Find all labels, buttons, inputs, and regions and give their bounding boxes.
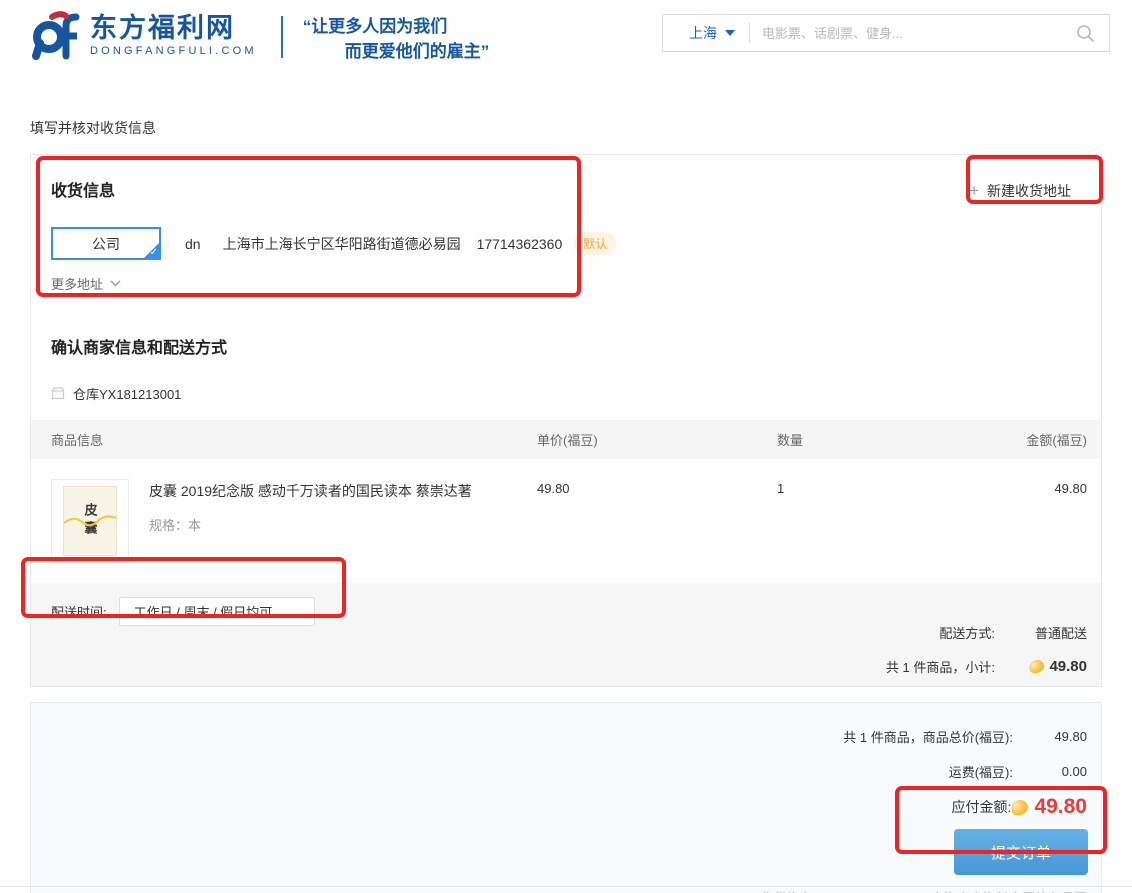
fudou-bean-icon xyxy=(1028,658,1046,674)
recipient-phone: 17714362360 xyxy=(477,236,563,252)
page-bottom-divider xyxy=(0,886,1132,887)
order-card: 收货信息 + 新建收货地址 公司 ✓ dn 上海市上海长宁区华阳路街道德必易园 … xyxy=(30,154,1102,687)
total-price-row: 共 1 件商品，商品总价(福豆): 49.80 xyxy=(31,727,1101,746)
chevron-down-icon xyxy=(725,30,735,36)
logo[interactable]: 东方福利网 DONGFANGFULI.COM xyxy=(30,10,257,60)
delivery-method-label: 配送方式: xyxy=(939,623,995,642)
city-label: 上海 xyxy=(689,23,717,43)
total-price-label: 共 1 件商品，商品总价(福豆): xyxy=(843,727,1013,746)
brand-slogan: “让更多人因为我们 而更爱他们的雇主” xyxy=(303,10,490,64)
shipping-section-title: 收货信息 xyxy=(51,183,115,200)
product-title[interactable]: 皮囊 2019纪念版 感动千万读者的国民读本 蔡崇达著 xyxy=(149,481,472,501)
search-bar: 上海 xyxy=(662,14,1110,52)
header: 东方福利网 DONGFANGFULI.COM “让更多人因为我们 而更爱他们的雇… xyxy=(0,0,1132,96)
col-header-qty: 数量 xyxy=(777,430,957,449)
recipient-address: 上海市上海长宁区华阳路街道德必易园 xyxy=(223,234,461,254)
more-addresses-label: 更多地址 xyxy=(51,274,103,293)
search-input[interactable] xyxy=(750,26,1069,41)
spec-label: 规格： xyxy=(149,518,188,533)
new-address-label: 新建收货地址 xyxy=(987,181,1071,201)
total-price-value: 49.80 xyxy=(1013,729,1087,744)
merchant-section-title: 确认商家信息和配送方式 xyxy=(51,334,1081,358)
product-image[interactable]: 皮囊 xyxy=(51,479,129,563)
subtotal-value: 49.80 xyxy=(1049,658,1087,675)
default-badge: 默认 xyxy=(574,232,616,255)
book-cover-art: 皮囊 xyxy=(63,486,117,556)
more-addresses-link[interactable]: 更多地址 xyxy=(51,274,121,293)
plus-icon: + xyxy=(969,181,979,201)
delivery-method-row: 配送方式: 普通配送 xyxy=(886,623,1087,642)
spec-value: 本 xyxy=(188,518,201,533)
address-tag-button[interactable]: 公司 ✓ xyxy=(51,227,161,260)
new-address-button[interactable]: + 新建收货地址 xyxy=(969,181,1071,201)
qty-cell: 1 xyxy=(777,479,957,563)
subtotal-value-wrap: 49.80 xyxy=(995,658,1087,675)
items-table-header: 商品信息 单价(福豆) 数量 金额(福豆) xyxy=(31,420,1101,459)
logo-divider xyxy=(281,16,283,58)
product-cell: 皮囊 皮囊 2019纪念版 感动千万读者的国民读本 蔡崇达著 规格：本 xyxy=(51,479,537,563)
yellow-squiggle-decoration xyxy=(64,513,117,529)
freight-row: 运费(福豆): 0.00 xyxy=(31,762,1101,781)
product-spec: 规格：本 xyxy=(149,515,472,534)
col-header-product: 商品信息 xyxy=(51,430,537,449)
col-header-unit-price: 单价(福豆) xyxy=(537,430,777,449)
brand-name: 东方福利网 xyxy=(90,13,257,43)
store-icon xyxy=(51,387,65,400)
address-row: 公司 ✓ dn 上海市上海长宁区华阳路街道德必易园 17714362360 默认 xyxy=(51,227,1081,260)
summary-card: 共 1 件商品，商品总价(福豆): 49.80 运费(福豆): 0.00 应付金… xyxy=(30,702,1102,893)
address-tag-label: 公司 xyxy=(92,234,120,254)
payable-row: 应付金额: 49.80 xyxy=(31,795,1101,819)
subtotal-row: 共 1 件商品，小计: 49.80 xyxy=(886,657,1087,676)
recipient-name: dn xyxy=(185,236,201,252)
logo-text: 东方福利网 DONGFANGFULI.COM xyxy=(90,13,257,57)
step-title: 填写并核对收货信息 xyxy=(0,96,1132,154)
footer-shipping-summary: 收货信息：dn17714362360上海市上海长宁区德必易园 xyxy=(31,888,1101,893)
delivery-method-value: 普通配送 xyxy=(995,623,1087,642)
brand-logo-icon xyxy=(30,10,82,60)
slogan-line-1: “让更多人因为我们 xyxy=(303,14,490,39)
search-icon xyxy=(1075,23,1095,43)
warehouse-name: 仓库YX181213001 xyxy=(73,384,181,403)
fudou-bean-icon xyxy=(1010,798,1030,817)
subtotal-label: 共 1 件商品，小计: xyxy=(886,657,995,676)
amount-cell: 49.80 xyxy=(957,479,1087,563)
delivery-time-select[interactable]: 工作日 / 周末 / 假日均可 xyxy=(119,597,315,626)
delivery-time-row: 配送时间: 工作日 / 周末 / 假日均可 xyxy=(51,597,315,626)
submit-order-button[interactable]: 提交订单 xyxy=(954,829,1088,875)
freight-label: 运费(福豆): xyxy=(949,762,1013,781)
band-totals: 配送方式: 普通配送 共 1 件商品，小计: 49.80 xyxy=(886,597,1087,686)
payable-value: 49.80 xyxy=(1034,795,1087,819)
check-icon: ✓ xyxy=(150,247,158,259)
product-info: 皮囊 2019纪念版 感动千万读者的国民读本 蔡崇达著 规格：本 xyxy=(149,479,472,563)
slogan-line-2: 而更爱他们的雇主” xyxy=(303,39,490,64)
delivery-time-label: 配送时间: xyxy=(51,602,107,621)
brand-domain: DONGFANGFULI.COM xyxy=(90,45,257,57)
shipping-section-header: 收货信息 xyxy=(31,155,1101,201)
warehouse-row: 仓库YX181213001 xyxy=(51,384,1081,403)
checkout-page: 东方福利网 DONGFANGFULI.COM “让更多人因为我们 而更爱他们的雇… xyxy=(0,0,1132,893)
col-header-amount: 金额(福豆) xyxy=(957,430,1087,449)
table-row: 皮囊 皮囊 2019纪念版 感动千万读者的国民读本 蔡崇达著 规格：本 49.8… xyxy=(31,459,1101,583)
submit-row: 提交订单 xyxy=(31,829,1101,875)
search-button[interactable] xyxy=(1069,23,1109,43)
chevron-down-icon xyxy=(110,280,121,287)
delivery-band: 配送时间: 工作日 / 周末 / 假日均可 配送方式: 普通配送 共 1 件商品… xyxy=(31,583,1101,686)
payable-value-wrap: 49.80 xyxy=(1011,795,1087,819)
delivery-time-value: 工作日 / 周末 / 假日均可 xyxy=(134,602,273,621)
payable-label: 应付金额: xyxy=(952,797,1012,817)
freight-value: 0.00 xyxy=(1013,764,1087,779)
unit-price-cell: 49.80 xyxy=(537,479,777,563)
city-selector[interactable]: 上海 xyxy=(663,23,749,43)
